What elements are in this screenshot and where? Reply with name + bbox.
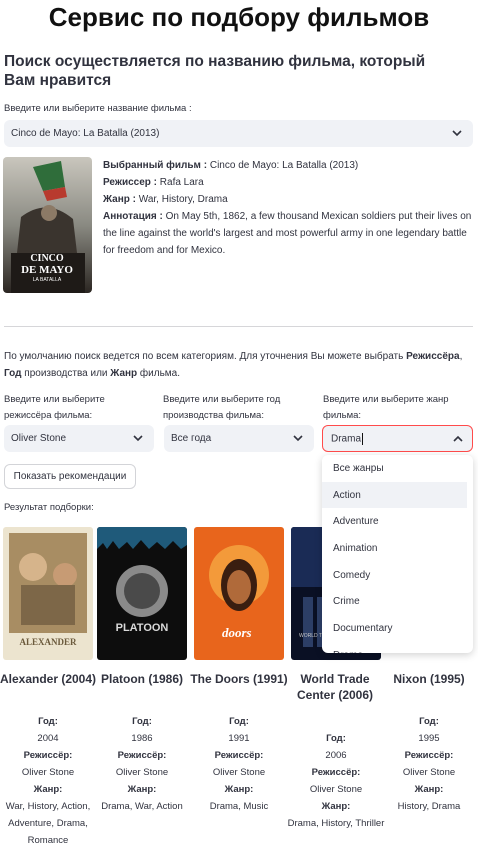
film-select[interactable]: Cinco de Mayo: La Batalla (2013) [4,120,473,147]
result-meta: Год: 1986 Режиссёр: Oliver Stone Жанр: D… [101,716,183,812]
text-caret [362,432,364,445]
result-title: Nixon (1995) [393,672,465,686]
result-meta: Год: 2006 Режиссёр: Oliver Stone Жанр: D… [287,733,385,829]
genre-dropdown-menu: Все жанры Action Adventure Animation Com… [322,455,473,653]
year-filter-label: Введите или выберите год производства фи… [163,394,281,421]
genre-select-input: Drama [331,432,364,445]
genre-option[interactable]: Adventure [322,508,473,535]
selected-film-info: Выбранный фильм : Cinco de Mayo: La Bata… [103,157,473,259]
director-filter-label: Введите или выберите режиссёра фильма: [4,394,105,421]
film-select-label: Введите или выберите название фильма : [4,103,192,114]
annotation-line: Аннотация : On May 5th, 1862, a few thou… [103,211,472,256]
year-select[interactable]: Все года [164,425,314,452]
result-card[interactable]: PLATOON Platoon (1986) Год: 1986 Режиссё… [97,527,187,812]
show-recommendations-button[interactable]: Показать рекомендации [4,464,136,489]
svg-text:DE MAYO: DE MAYO [21,264,73,276]
result-title: Platoon (1986) [100,672,184,686]
genre-option[interactable]: Drama [322,642,473,653]
selected-film-poster: CINCO DE MAYO LA BATALLA [3,157,92,293]
result-poster[interactable]: ALEXANDER [3,527,93,660]
genre-option[interactable]: Animation [322,535,473,562]
genre-filter-label: Введите или выберите жанр фильма: [323,394,449,421]
chevron-down-icon [451,128,463,140]
page-title: Сервис по подбору фильмов [48,2,430,32]
chevron-down-icon [292,433,304,445]
result-title: World Trade Center (2006) [296,672,374,702]
svg-text:LA BATALLA: LA BATALLA [33,277,62,283]
svg-text:ALEXANDER: ALEXANDER [19,637,77,647]
genre-select[interactable]: Drama [322,425,473,452]
result-meta: Год: 2004 Режиссёр: Oliver Stone Жанр: W… [5,716,91,846]
search-description: По умолчанию поиск ведется по всем катег… [4,351,463,379]
result-poster[interactable]: PLATOON [97,527,187,660]
result-title: Alexander (2004) [0,672,97,686]
genre-option[interactable]: Documentary [322,615,473,642]
results-label: Результат подборки: [4,502,94,513]
genre-option[interactable]: Comedy [322,562,473,589]
film-select-value: Cinco de Mayo: La Batalla (2013) [11,128,160,139]
result-poster[interactable]: doors [194,527,284,660]
divider [4,326,473,327]
director-select-value: Oliver Stone [11,433,67,444]
chevron-up-icon [452,433,464,445]
chevron-down-icon [132,433,144,445]
page-subtitle: Поиск осуществляется по названию фильма,… [4,53,426,89]
result-title: The Doors (1991) [190,672,288,686]
result-card[interactable]: doors The Doors (1991) Год: 1991 Режиссё… [190,527,288,812]
svg-text:doors: doors [222,625,252,640]
svg-text:PLATOON: PLATOON [116,622,169,634]
year-select-value: Все года [171,433,212,444]
film-line: Выбранный фильм : Cinco de Mayo: La Bata… [103,160,359,171]
result-meta: Год: 1995 Режиссёр: Oliver Stone Жанр: H… [397,716,461,812]
genre-option-highlighted[interactable]: Action [322,481,467,509]
result-card[interactable]: ALEXANDER Alexander (2004) Год: 2004 Реж… [0,527,96,846]
result-meta: Год: 1991 Режиссёр: Oliver Stone Жанр: D… [209,716,269,812]
genre-line: Жанр : War, History, Drama [103,194,228,205]
director-select[interactable]: Oliver Stone [4,425,154,452]
director-line: Режиссер : Rafa Lara [103,177,204,188]
genre-option[interactable]: Crime [322,588,473,615]
genre-option[interactable]: Все жанры [322,455,473,482]
poster-title-text: CINCO [30,253,64,264]
